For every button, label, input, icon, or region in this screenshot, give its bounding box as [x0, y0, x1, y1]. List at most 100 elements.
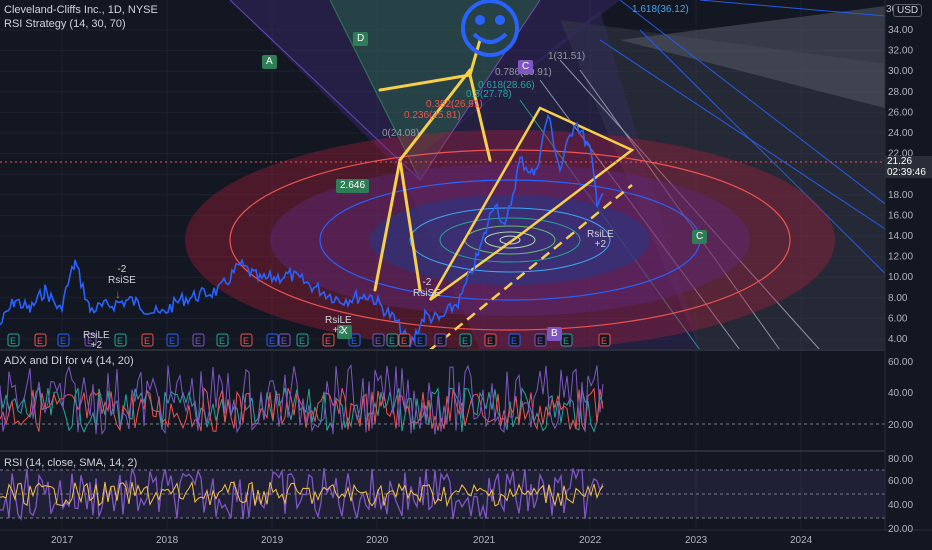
earnings-marker[interactable]: E [598, 333, 611, 347]
current-price: 21.26 [887, 156, 913, 167]
svg-text:E: E [144, 336, 150, 346]
price-tick-label: 28.00 [888, 87, 913, 98]
rsi-tick-label: 60.00 [888, 476, 913, 487]
currency-badge[interactable]: USD [893, 4, 923, 17]
rsi-tick-label: 80.00 [888, 454, 913, 465]
price-tick-label: 34.00 [888, 25, 913, 36]
earnings-marker[interactable]: E [216, 333, 229, 347]
svg-text:E: E [563, 336, 569, 346]
price-tick-label: 18.00 [888, 190, 913, 201]
svg-text:E: E [601, 336, 607, 346]
svg-text:E: E [269, 336, 275, 346]
earnings-marker[interactable]: E [7, 333, 20, 347]
year-tick-label: 2018 [156, 535, 179, 546]
rsi-se-signal-1: -2 RsiSE [108, 264, 136, 286]
price-tick-label: 24.00 [888, 128, 913, 139]
earnings-marker[interactable]: E [414, 333, 427, 347]
adx-tick-label: 60.00 [888, 357, 913, 368]
rsi-le-signal-1: RsiLE +2 [83, 330, 110, 351]
fib-0236-label: 0.236(25.81) [404, 110, 461, 121]
earnings-marker[interactable]: E [560, 333, 573, 347]
current-price-tag: 21.26 02:39:46 [885, 156, 932, 178]
ellipse-rings [185, 130, 835, 350]
svg-text:E: E [537, 336, 543, 346]
fib-ext-label: 1.618(36.12) [632, 4, 689, 15]
year-tick-label: 2024 [790, 535, 813, 546]
rsi-tick-label: 40.00 [888, 500, 913, 511]
pattern-point-d: D [353, 32, 369, 46]
earnings-marker[interactable]: E [192, 333, 205, 347]
earnings-marker[interactable]: E [398, 333, 411, 347]
sell-arrow-icon: ↓ [115, 287, 121, 301]
earnings-marker[interactable]: E [266, 333, 279, 347]
svg-text:E: E [243, 336, 249, 346]
earnings-marker[interactable]: E [166, 333, 179, 347]
svg-text:E: E [60, 336, 66, 346]
earnings-marker[interactable]: E [114, 333, 127, 347]
svg-text:E: E [487, 336, 493, 346]
earnings-marker[interactable]: E [372, 333, 385, 347]
svg-text:E: E [462, 336, 468, 346]
svg-text:E: E [195, 336, 201, 346]
chart-app: 34.0032.0030.0028.0026.0024.0022.0020.00… [0, 0, 932, 550]
price-tick-label: 26.00 [888, 107, 913, 118]
price-tick-label: 14.00 [888, 231, 913, 242]
rsi-le-signal-3: RsiLE +2 [587, 229, 614, 250]
earnings-marker[interactable]: E [434, 333, 447, 347]
svg-text:E: E [375, 336, 381, 346]
svg-text:E: E [351, 336, 357, 346]
svg-text:E: E [437, 336, 443, 346]
svg-text:E: E [169, 336, 175, 346]
earnings-marker[interactable]: E [57, 333, 70, 347]
svg-text:E: E [281, 336, 287, 346]
pattern-point-c2: C [692, 230, 708, 244]
earnings-marker[interactable]: E [296, 333, 309, 347]
svg-text:E: E [10, 336, 16, 346]
strategy-label[interactable]: RSI Strategy (14, 30, 70) [4, 18, 126, 30]
ratio-badge: 2.646 [336, 179, 370, 193]
fib-0-label: 0(24.08) [382, 128, 420, 139]
price-tick-label: 32.00 [888, 46, 913, 57]
price-tick-label: 8.00 [888, 293, 908, 304]
svg-text:E: E [37, 336, 43, 346]
rsi-se-signal-2: -2 RsiSE [413, 277, 441, 299]
pattern-point-a: A [262, 55, 277, 69]
svg-text:E: E [117, 336, 123, 346]
chart-canvas[interactable]: 34.0032.0030.0028.0026.0024.0022.0020.00… [0, 0, 932, 550]
earnings-marker[interactable]: E [484, 333, 497, 347]
earnings-marker[interactable]: E [459, 333, 472, 347]
earnings-marker[interactable]: E [240, 333, 253, 347]
adx-tick-label: 20.00 [888, 420, 913, 431]
price-axis[interactable] [885, 0, 932, 530]
fib-1-label: 1(31.51) [548, 51, 586, 62]
rsi-pane-label[interactable]: RSI (14, close, SMA, 14, 2) [4, 457, 137, 469]
earnings-marker[interactable]: E [34, 333, 47, 347]
year-tick-label: 2021 [473, 535, 496, 546]
svg-text:E: E [219, 336, 225, 346]
svg-text:E: E [417, 336, 423, 346]
earnings-marker[interactable]: E [386, 333, 399, 347]
year-tick-label: 2019 [261, 535, 284, 546]
price-tick-label: 4.00 [888, 334, 908, 345]
price-tick-label: 16.00 [888, 210, 913, 221]
earnings-marker[interactable]: E [278, 333, 291, 347]
price-tick-label: 6.00 [888, 313, 908, 324]
price-tick-label: 30.00 [888, 66, 913, 77]
svg-text:E: E [389, 336, 395, 346]
earnings-marker[interactable]: E [508, 333, 521, 347]
symbol-title[interactable]: Cleveland-Cliffs Inc., 1D, NYSE [4, 4, 158, 16]
earnings-marker[interactable]: E [141, 333, 154, 347]
svg-text:E: E [325, 336, 331, 346]
price-tick-label: 10.00 [888, 272, 913, 283]
svg-text:E: E [511, 336, 517, 346]
year-tick-label: 2020 [366, 535, 389, 546]
earnings-marker[interactable]: E [534, 333, 547, 347]
svg-text:E: E [299, 336, 305, 346]
adx-pane-label[interactable]: ADX and DI for v4 (14, 20) [4, 355, 134, 367]
fib-0382-label: 0.382(26.91) [426, 99, 483, 110]
year-tick-label: 2017 [51, 535, 74, 546]
svg-text:E: E [401, 336, 407, 346]
rsi-tick-label: 20.00 [888, 524, 913, 535]
pattern-point-b: B [547, 327, 562, 341]
year-tick-label: 2023 [685, 535, 708, 546]
